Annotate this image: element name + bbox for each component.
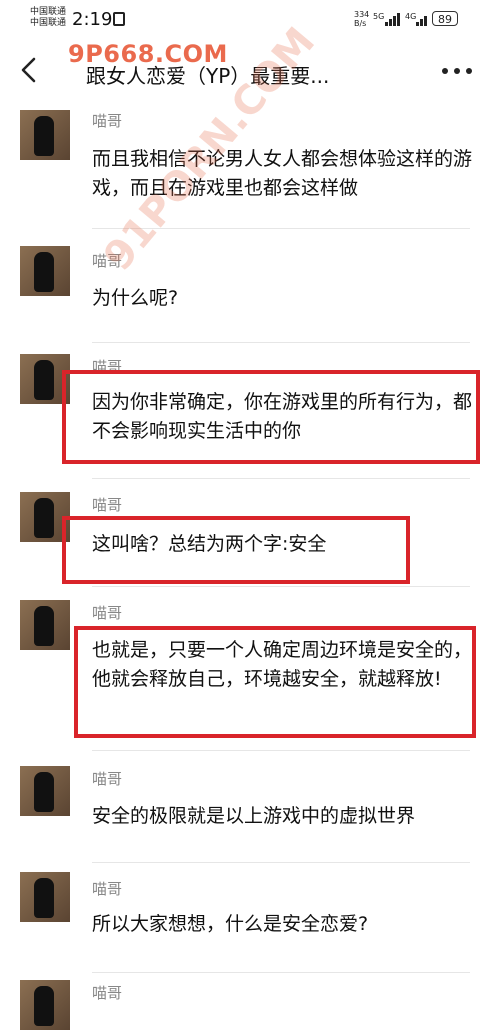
sim2-type: 4G <box>405 12 417 21</box>
signal-icon-sim2 <box>416 13 430 26</box>
vibrate-icon <box>113 12 125 26</box>
net-speed-value: 334 <box>354 10 370 19</box>
clock: 2:19 <box>72 9 113 30</box>
message-text: 安全的极限就是以上游戏中的虚拟世界 <box>92 805 416 827</box>
divider <box>92 342 470 343</box>
avatar[interactable] <box>20 980 70 1030</box>
status-bar: 中国联通 中国联通 2:19 334 B/s 5G 4G 89 <box>0 0 490 38</box>
avatar[interactable] <box>20 766 70 816</box>
divider <box>92 750 470 751</box>
watermark-top: 9P668.COM <box>68 40 228 68</box>
avatar[interactable] <box>20 110 70 160</box>
more-options-icon[interactable] <box>440 60 474 80</box>
avatar[interactable] <box>20 872 70 922</box>
carrier-2: 中国联通 <box>30 18 67 28</box>
carrier-labels: 中国联通 中国联通 <box>30 7 66 29</box>
divider <box>92 972 470 973</box>
net-speed: 334 B/s <box>354 10 369 28</box>
signal-icon-sim1 <box>385 13 401 26</box>
battery-icon: 89 <box>432 11 458 26</box>
divider <box>92 862 470 863</box>
sender-name: 喵哥 <box>92 112 123 130</box>
sender-name: 喵哥 <box>92 880 123 898</box>
sim1-type: 5G <box>373 12 385 21</box>
sender-name: 喵哥 <box>92 496 123 514</box>
message-text: 这叫啥？总结为两个字:安全 <box>92 533 327 555</box>
avatar[interactable] <box>20 246 70 296</box>
message-text: 为什么呢? <box>92 287 179 309</box>
sender-name: 喵哥 <box>92 770 123 788</box>
carrier-1: 中国联通 <box>30 7 67 17</box>
divider <box>92 478 470 479</box>
divider <box>92 586 470 587</box>
message-text: 因为你非常确定，你在游戏里的所有行为，都不会影响现实生活中的你 <box>92 391 473 442</box>
message-text: 所以大家想想，什么是安全恋爱? <box>92 913 369 935</box>
net-speed-unit: B/s <box>354 19 367 28</box>
message-text: 也就是，只要一个人确定周边环境是安全的，他就会释放自己，环境越安全，就越释放! <box>92 639 473 690</box>
avatar[interactable] <box>20 600 70 650</box>
back-arrow-icon[interactable] <box>18 56 40 84</box>
sender-name: 喵哥 <box>92 604 123 622</box>
